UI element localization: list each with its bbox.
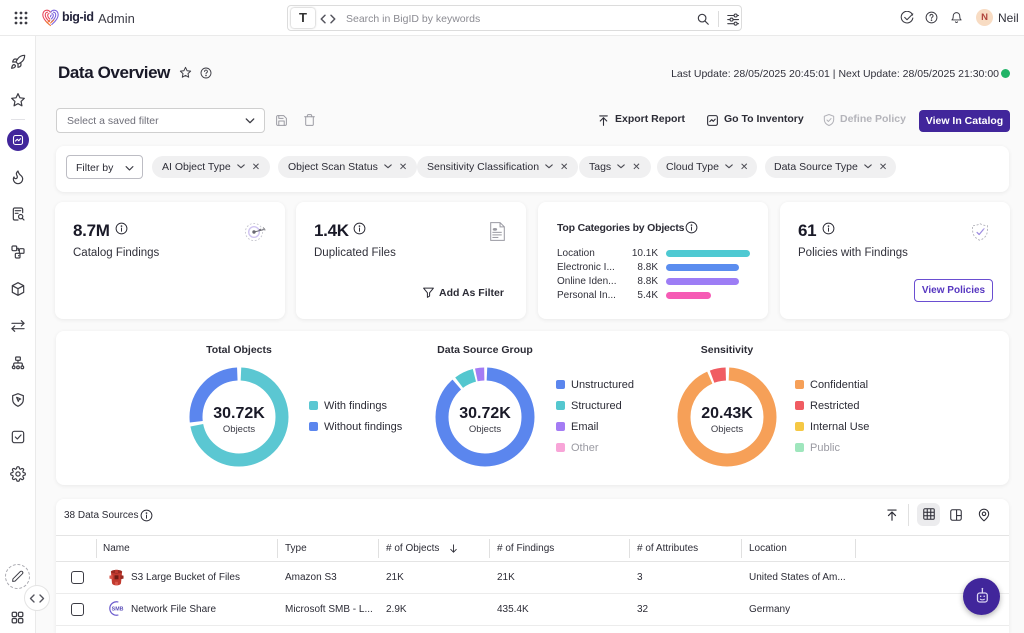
svg-text:SMB: SMB [112, 606, 124, 612]
